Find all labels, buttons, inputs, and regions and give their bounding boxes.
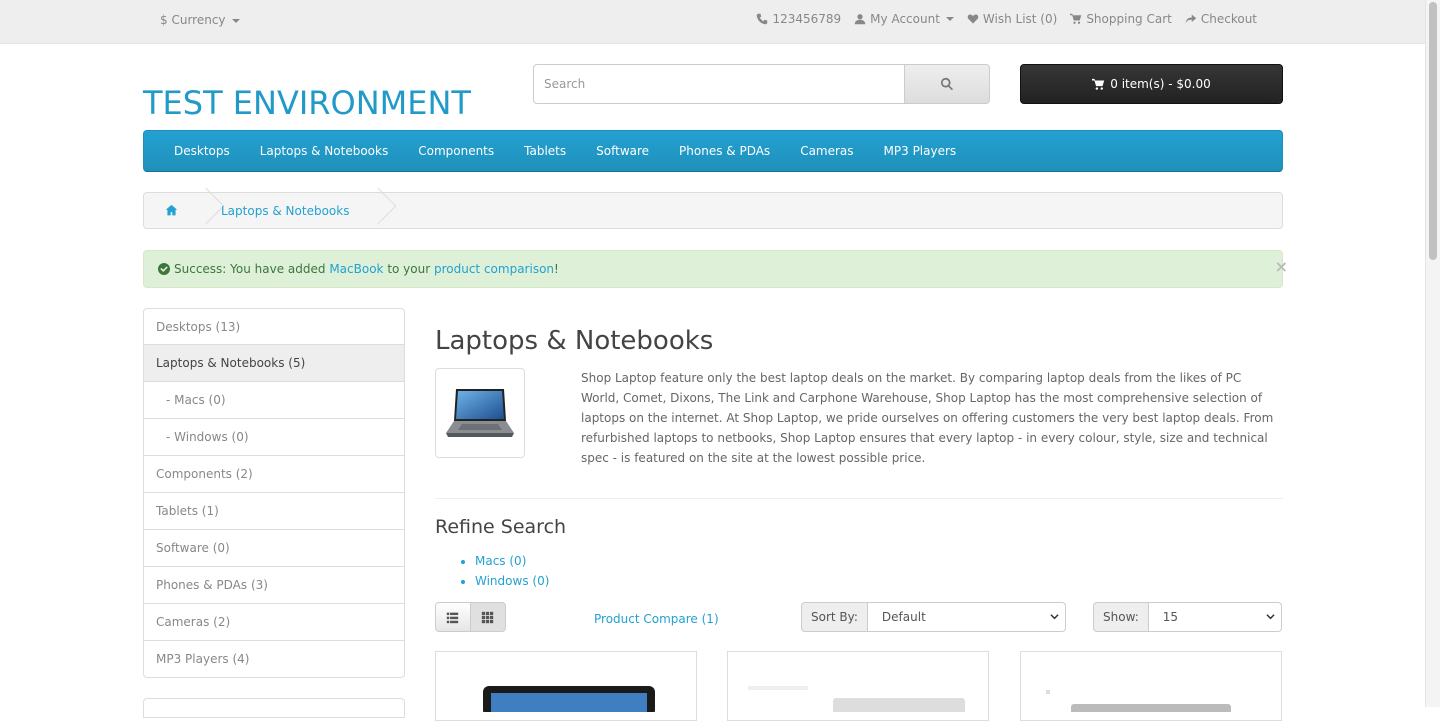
alert-product-link[interactable]: MacBook xyxy=(329,262,383,276)
product-compare-link[interactable]: Product Compare (1) xyxy=(594,612,719,626)
sort-select[interactable]: Default xyxy=(867,602,1066,632)
wish-list-link[interactable]: Wish List (0) xyxy=(967,12,1057,26)
checkout-link[interactable]: Checkout xyxy=(1185,12,1257,26)
grid-icon xyxy=(482,611,494,623)
product-image xyxy=(483,686,655,716)
check-circle-icon xyxy=(158,263,170,275)
caret-down-icon xyxy=(945,17,954,21)
scrollbar-thumb[interactable] xyxy=(1429,2,1437,260)
sidebar-item-windows[interactable]: - Windows (0) xyxy=(143,419,405,456)
category-sidebar: Desktops (13) Laptops & Notebooks (5) - … xyxy=(143,308,405,678)
refine-link-windows[interactable]: Windows (0) xyxy=(475,573,549,593)
sidebar-item-cameras[interactable]: Cameras (2) xyxy=(143,604,405,641)
top-links: 123456789 My Account Wish List (0) Shopp… xyxy=(756,12,1257,26)
refine-link-macs[interactable]: Macs (0) xyxy=(475,553,549,573)
menu-item-components[interactable]: Components xyxy=(403,144,509,158)
my-account-dropdown[interactable]: My Account xyxy=(854,12,954,26)
sidebar-item-laptops[interactable]: Laptops & Notebooks (5) xyxy=(143,345,405,382)
sort-label: Sort By: xyxy=(801,602,868,632)
laptop-icon xyxy=(446,389,514,437)
menu-item-laptops[interactable]: Laptops & Notebooks xyxy=(245,144,403,158)
grid-view-button[interactable] xyxy=(470,602,506,632)
alert-suffix: ! xyxy=(554,262,559,276)
caret-down-icon xyxy=(232,18,241,23)
refine-search-title: Refine Search xyxy=(435,516,567,538)
product-card[interactable] xyxy=(1020,651,1282,721)
site-logo[interactable]: TEST ENVIRONMENT xyxy=(143,84,471,122)
chevron-down-icon xyxy=(1050,610,1059,624)
product-card[interactable] xyxy=(727,651,989,721)
menu-item-software[interactable]: Software xyxy=(581,144,664,158)
currency-label: Currency xyxy=(171,13,226,27)
refine-link-macs-label[interactable]: Macs (0) xyxy=(475,554,526,568)
sidebar-item-phones[interactable]: Phones & PDAs (3) xyxy=(143,567,405,604)
heart-icon xyxy=(967,14,979,24)
breadcrumb-item-laptops[interactable]: Laptops & Notebooks xyxy=(199,204,371,218)
refine-link-windows-label[interactable]: Windows (0) xyxy=(475,574,549,588)
sidebar-item-macs[interactable]: - Macs (0) xyxy=(143,382,405,419)
my-account-label: My Account xyxy=(870,12,940,26)
cart-total: 0 item(s) - $0.00 xyxy=(1110,77,1211,91)
currency-symbol: $ xyxy=(160,13,168,27)
divider xyxy=(435,498,1283,499)
product-image xyxy=(1046,690,1231,718)
search-icon xyxy=(941,77,954,91)
share-icon xyxy=(1185,14,1197,24)
sort-group: Sort By: Default xyxy=(801,602,1066,632)
top-bar: $ Currency 123456789 My Account Wish Lis… xyxy=(0,0,1425,44)
product-image xyxy=(748,686,965,718)
breadcrumb: Laptops & Notebooks xyxy=(143,192,1283,229)
phone-icon xyxy=(757,13,768,25)
alert-comparison-link[interactable]: product comparison xyxy=(434,262,554,276)
menu-item-desktops[interactable]: Desktops xyxy=(159,144,245,158)
phone-number: 123456789 xyxy=(772,12,842,26)
show-group: Show: 15 xyxy=(1093,602,1282,632)
menu-item-mp3[interactable]: MP3 Players xyxy=(869,144,972,158)
checkout-label: Checkout xyxy=(1200,12,1257,26)
sidebar-secondary-panel xyxy=(143,698,405,718)
scrollbar[interactable] xyxy=(1425,0,1440,707)
show-select[interactable]: 15 xyxy=(1148,602,1282,632)
search-button[interactable] xyxy=(905,64,990,104)
currency-dropdown[interactable]: $ Currency xyxy=(160,13,241,27)
breadcrumb-home[interactable] xyxy=(144,193,199,228)
search-input[interactable] xyxy=(533,64,905,104)
search-bar xyxy=(533,64,990,104)
shopping-cart-label: Shopping Cart xyxy=(1086,12,1172,26)
show-label: Show: xyxy=(1093,602,1149,632)
alert-prefix: Success: You have added xyxy=(174,262,330,276)
cart-button[interactable]: 0 item(s) - $0.00 xyxy=(1020,64,1283,104)
menu-item-phones[interactable]: Phones & PDAs xyxy=(664,144,785,158)
wish-list-label: Wish List (0) xyxy=(982,12,1058,26)
list-view-button[interactable] xyxy=(435,602,471,632)
sidebar-item-tablets[interactable]: Tablets (1) xyxy=(143,493,405,530)
chevron-down-icon xyxy=(1266,610,1275,624)
sidebar-item-components[interactable]: Components (2) xyxy=(143,456,405,493)
category-description: Shop Laptop feature only the best laptop… xyxy=(581,371,1274,465)
menu-item-tablets[interactable]: Tablets xyxy=(509,144,581,158)
sidebar-item-software[interactable]: Software (0) xyxy=(143,530,405,567)
main-menu: Desktops Laptops & Notebooks Components … xyxy=(143,130,1283,172)
cart-icon xyxy=(1092,78,1105,90)
sort-value: Default xyxy=(881,610,926,624)
close-icon[interactable]: × xyxy=(1275,257,1288,276)
view-toggle xyxy=(435,602,506,632)
success-alert: Success: You have added MacBook to your … xyxy=(143,250,1288,288)
home-icon xyxy=(165,204,178,216)
category-image xyxy=(435,368,525,458)
sidebar-item-mp3[interactable]: MP3 Players (4) xyxy=(143,641,405,678)
list-icon xyxy=(447,612,459,623)
menu-item-cameras[interactable]: Cameras xyxy=(785,144,868,158)
refine-search-list: Macs (0) Windows (0) xyxy=(475,553,549,593)
show-value: 15 xyxy=(1162,610,1179,624)
cart-icon xyxy=(1070,13,1082,24)
alert-middle: to your xyxy=(383,262,434,276)
phone-link[interactable]: 123456789 xyxy=(756,12,841,26)
shopping-cart-link[interactable]: Shopping Cart xyxy=(1070,12,1172,26)
page-title: Laptops & Notebooks xyxy=(435,326,714,356)
user-icon xyxy=(854,14,866,25)
product-card[interactable] xyxy=(435,651,697,721)
sidebar-item-desktops[interactable]: Desktops (13) xyxy=(143,308,405,345)
